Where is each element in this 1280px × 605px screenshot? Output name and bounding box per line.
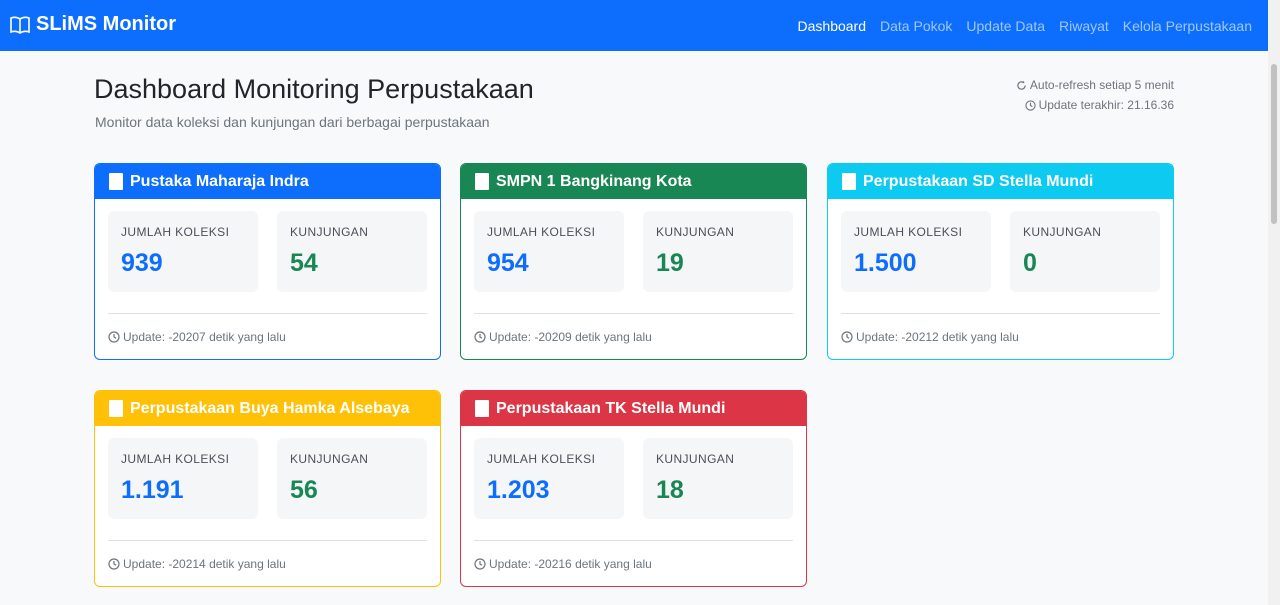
koleksi-value: 1.203 — [487, 476, 550, 504]
divider — [108, 313, 427, 314]
navbar: SLiMS Monitor Dashboard Data Pokok Updat… — [0, 0, 1268, 51]
kunjungan-value: 0 — [1023, 249, 1037, 277]
book-icon — [475, 173, 489, 190]
kunjungan-value: 56 — [290, 476, 318, 504]
brand-label: SLiMS Monitor — [36, 13, 176, 35]
koleksi-box: JUMLAH KOLEKSI 1.203 — [474, 438, 624, 519]
book-icon — [842, 173, 856, 190]
kunjungan-value: 19 — [656, 249, 684, 277]
refresh-info: Auto-refresh setiap 5 menit Update terak… — [1016, 75, 1174, 115]
page-title: Dashboard Monitoring Perpustakaan — [94, 74, 534, 104]
library-card: SMPN 1 Bangkinang Kota JUMLAH KOLEKSI 95… — [460, 163, 807, 360]
library-name: Pustaka Maharaja Indra — [130, 172, 309, 190]
nav-dashboard[interactable]: Dashboard — [798, 18, 867, 34]
divider — [474, 540, 793, 541]
koleksi-label: JUMLAH KOLEKSI — [121, 452, 230, 466]
koleksi-label: JUMLAH KOLEKSI — [121, 225, 230, 239]
koleksi-value: 1.500 — [854, 249, 917, 277]
divider — [841, 313, 1160, 314]
card-footer: Update: -20216 detik yang lalu — [474, 557, 652, 571]
library-name: Perpustakaan TK Stella Mundi — [496, 399, 726, 417]
kunjungan-value: 18 — [656, 476, 684, 504]
kunjungan-label: KUNJUNGAN — [290, 452, 369, 466]
card-footer: Update: -20214 detik yang lalu — [108, 557, 286, 571]
kunjungan-label: KUNJUNGAN — [290, 225, 369, 239]
book-icon — [475, 400, 489, 417]
nav-riwayat[interactable]: Riwayat — [1059, 18, 1109, 34]
koleksi-value: 939 — [121, 249, 163, 277]
update-text: Update: -20209 detik yang lalu — [489, 330, 652, 344]
koleksi-box: JUMLAH KOLEKSI 939 — [108, 211, 258, 292]
divider — [108, 540, 427, 541]
clock-icon — [474, 558, 486, 570]
book-icon — [10, 16, 30, 34]
card-header: Perpustakaan SD Stella Mundi — [828, 164, 1173, 199]
card-footer: Update: -20207 detik yang lalu — [108, 330, 286, 344]
nav-links: Dashboard Data Pokok Update Data Riwayat… — [784, 18, 1252, 34]
library-name: Perpustakaan SD Stella Mundi — [863, 172, 1094, 190]
kunjungan-box: KUNJUNGAN 56 — [277, 438, 427, 519]
kunjungan-box: KUNJUNGAN 0 — [1010, 211, 1160, 292]
last-update-text: Update terakhir: 21.16.36 — [1038, 98, 1174, 112]
koleksi-label: JUMLAH KOLEKSI — [487, 452, 596, 466]
update-text: Update: -20216 detik yang lalu — [489, 557, 652, 571]
kunjungan-box: KUNJUNGAN 19 — [643, 211, 793, 292]
koleksi-label: JUMLAH KOLEKSI — [487, 225, 596, 239]
library-name: Perpustakaan Buya Hamka Alsebaya — [130, 399, 410, 417]
card-footer: Update: -20209 detik yang lalu — [474, 330, 652, 344]
book-icon — [109, 400, 123, 417]
refresh-icon — [1017, 80, 1026, 90]
clock-icon — [108, 558, 120, 570]
scrollbar-thumb[interactable] — [1271, 64, 1277, 224]
kunjungan-box: KUNJUNGAN 54 — [277, 211, 427, 292]
brand[interactable]: SLiMS Monitor — [10, 13, 176, 36]
kunjungan-label: KUNJUNGAN — [656, 225, 735, 239]
nav-update-data[interactable]: Update Data — [966, 18, 1045, 34]
library-card: Perpustakaan Buya Hamka Alsebaya JUMLAH … — [94, 390, 441, 587]
kunjungan-value: 54 — [290, 249, 318, 277]
koleksi-value: 1.191 — [121, 476, 184, 504]
book-icon — [109, 173, 123, 190]
nav-kelola-perpustakaan[interactable]: Kelola Perpustakaan — [1123, 18, 1252, 34]
clock-icon — [474, 331, 486, 343]
clock-icon — [108, 331, 120, 343]
update-text: Update: -20212 detik yang lalu — [856, 330, 1019, 344]
card-header: Pustaka Maharaja Indra — [95, 164, 440, 199]
update-text: Update: -20207 detik yang lalu — [123, 330, 286, 344]
kunjungan-box: KUNJUNGAN 18 — [643, 438, 793, 519]
nav-data-pokok[interactable]: Data Pokok — [880, 18, 952, 34]
koleksi-value: 954 — [487, 249, 529, 277]
kunjungan-label: KUNJUNGAN — [1023, 225, 1102, 239]
divider — [474, 313, 793, 314]
library-name: SMPN 1 Bangkinang Kota — [496, 172, 692, 190]
library-card: Pustaka Maharaja Indra JUMLAH KOLEKSI 93… — [94, 163, 441, 360]
scrollbar[interactable] — [1268, 0, 1280, 605]
update-text: Update: -20214 detik yang lalu — [123, 557, 286, 571]
koleksi-box: JUMLAH KOLEKSI 954 — [474, 211, 624, 292]
library-card: Perpustakaan TK Stella Mundi JUMLAH KOLE… — [460, 390, 807, 587]
clock-icon — [1024, 99, 1036, 111]
card-header: SMPN 1 Bangkinang Kota — [461, 164, 806, 199]
clock-icon — [841, 331, 853, 343]
kunjungan-label: KUNJUNGAN — [656, 452, 735, 466]
koleksi-box: JUMLAH KOLEKSI 1.500 — [841, 211, 991, 292]
library-card: Perpustakaan SD Stella Mundi JUMLAH KOLE… — [827, 163, 1174, 360]
card-header: Perpustakaan TK Stella Mundi — [461, 391, 806, 426]
card-footer: Update: -20212 detik yang lalu — [841, 330, 1019, 344]
page-subtitle: Monitor data koleksi dan kunjungan dari … — [95, 114, 490, 130]
card-header: Perpustakaan Buya Hamka Alsebaya — [95, 391, 440, 426]
auto-refresh-text: Auto-refresh setiap 5 menit — [1029, 78, 1174, 92]
koleksi-box: JUMLAH KOLEKSI 1.191 — [108, 438, 258, 519]
koleksi-label: JUMLAH KOLEKSI — [854, 225, 963, 239]
